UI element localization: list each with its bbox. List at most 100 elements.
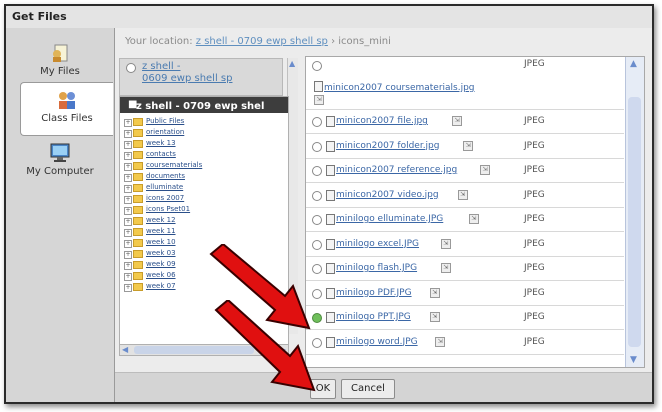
tree-item-label[interactable]: week 03 — [146, 249, 176, 257]
expand-icon[interactable]: + — [124, 163, 132, 171]
folder-icon — [133, 195, 143, 203]
select-icon[interactable]: ⇲ — [314, 95, 324, 105]
expand-icon[interactable]: + — [124, 240, 132, 248]
select-icon[interactable]: ⇲ — [480, 165, 490, 175]
radio-button[interactable] — [312, 117, 322, 127]
tree-item-label[interactable]: icons Pset01 — [146, 205, 190, 213]
radio-button[interactable] — [312, 166, 322, 176]
scroll-thumb[interactable] — [628, 97, 641, 347]
scroll-up-icon[interactable]: ▲ — [289, 60, 297, 68]
tree-header-label: z shell - 0709 ewp shel — [136, 101, 265, 112]
tree-item-label[interactable]: week 13 — [146, 139, 176, 147]
expand-icon[interactable]: + — [124, 273, 132, 281]
file-type: JPEG — [524, 312, 545, 322]
tree-item-label[interactable]: week 09 — [146, 260, 176, 268]
scroll-down-icon[interactable]: ▼ — [630, 355, 637, 365]
tree-item-label[interactable]: week 06 — [146, 271, 176, 279]
folder-icon — [133, 184, 143, 192]
file-name-link[interactable]: minilogo word.JPG — [336, 337, 418, 347]
file-type: JPEG — [524, 189, 545, 200]
radio-button[interactable] — [312, 141, 322, 152]
file-type: JPEG — [524, 59, 545, 69]
breadcrumb-separator: › — [331, 36, 336, 47]
tree-item-label[interactable]: documents — [146, 172, 185, 180]
scroll-left-icon[interactable]: ◀ — [122, 345, 128, 354]
parent-folder-option[interactable]: z shell - 0609 ewp shell sp — [119, 58, 283, 96]
file-row[interactable]: minicon2007 file.jpg ⇲ JPEG — [306, 109, 624, 134]
select-icon[interactable]: ⇲ — [468, 214, 479, 224]
tree-item-label[interactable]: icons 2007 — [146, 194, 184, 202]
scroll-up-icon[interactable]: ▲ — [630, 59, 637, 69]
nav-my-computer[interactable]: My Computer — [16, 136, 104, 177]
tree-item-label[interactable]: Public Files — [146, 117, 184, 125]
tree-item-label[interactable]: coursematerials — [146, 161, 202, 169]
tree-item-label[interactable]: week 07 — [146, 282, 176, 290]
image-file-icon — [326, 165, 335, 176]
file-row[interactable]: minilogo PPT.JPG ⇲ JPEG — [306, 305, 624, 330]
file-name-link[interactable]: minicon2007 file.jpg — [336, 116, 428, 126]
tree-item-label[interactable]: contacts — [146, 150, 176, 158]
image-file-icon — [326, 214, 335, 225]
expand-icon[interactable]: + — [124, 185, 132, 193]
tree-item-label[interactable]: elluminate — [146, 183, 183, 191]
radio-button[interactable] — [126, 63, 136, 73]
nav-my-files[interactable]: My Files — [16, 36, 104, 77]
cancel-button[interactable]: Cancel — [341, 379, 395, 399]
folder-icon — [133, 129, 143, 137]
breadcrumb-link[interactable]: z shell - 0709 ewp shell sp — [196, 36, 328, 47]
tree-item-label[interactable]: week 12 — [146, 216, 176, 224]
file-row[interactable]: minilogo PDF.JPG ⇲ JPEG — [306, 281, 624, 306]
expand-icon[interactable]: + — [124, 152, 132, 160]
expand-icon[interactable]: + — [124, 174, 132, 182]
radio-button[interactable] — [312, 61, 322, 71]
file-name-link[interactable]: minilogo excel.JPG — [336, 239, 419, 249]
radio-button[interactable] — [312, 215, 322, 225]
file-name-link[interactable]: minicon2007 folder.jpg — [336, 141, 439, 151]
expand-icon[interactable]: + — [124, 130, 132, 138]
select-icon[interactable]: ⇲ — [440, 238, 451, 249]
tree-item-label[interactable]: week 11 — [146, 227, 176, 235]
select-icon[interactable]: ⇲ — [457, 189, 468, 200]
parent-folder-line2: 0609 ewp shell sp — [142, 73, 233, 84]
file-name-link[interactable]: minilogo PDF.JPG — [336, 288, 412, 298]
select-icon[interactable]: ⇲ — [429, 287, 440, 298]
select-icon[interactable]: ⇲ — [435, 336, 446, 347]
file-row[interactable]: minicon2007 video.jpg ⇲ JPEG — [306, 183, 624, 208]
file-row[interactable]: minicon2007 folder.jpg ⇲ JPEG — [306, 134, 624, 159]
file-name-link[interactable]: minilogo flash.JPG — [336, 263, 417, 273]
select-icon[interactable]: ⇲ — [452, 116, 462, 126]
tree-item-label[interactable]: orientation — [146, 128, 184, 136]
select-icon[interactable]: ⇲ — [440, 263, 451, 273]
parent-folder-link[interactable]: z shell - 0609 ewp shell sp — [142, 61, 232, 85]
radio-button[interactable] — [312, 190, 322, 201]
select-icon[interactable]: ⇲ — [429, 312, 440, 322]
file-row[interactable]: minilogo excel.JPG ⇲ JPEG — [306, 232, 624, 257]
file-name-link[interactable]: minicon2007 reference.jpg — [336, 165, 457, 175]
expand-icon[interactable]: + — [124, 229, 132, 237]
expand-icon[interactable]: + — [124, 207, 132, 215]
file-row[interactable]: minilogo elluminate.JPG ⇲ JPEG — [306, 207, 624, 232]
file-name-link[interactable]: minilogo PPT.JPG — [336, 312, 411, 322]
expand-icon[interactable]: + — [124, 262, 132, 270]
expand-icon[interactable]: + — [124, 196, 132, 204]
file-row[interactable]: minilogo flash.JPG ⇲ JPEG — [306, 256, 624, 281]
file-name-link[interactable]: minicon2007 video.jpg — [336, 190, 439, 200]
expand-icon[interactable]: + — [124, 141, 132, 149]
tree-header[interactable]: ■ z shell - 0709 ewp shel — [120, 97, 288, 113]
file-row[interactable]: minicon2007 coursematerials.jpg ⇲ JPEG — [306, 57, 624, 110]
tree-item-label[interactable]: week 10 — [146, 238, 176, 246]
expand-icon[interactable]: + — [124, 284, 132, 292]
image-file-icon — [326, 189, 335, 201]
file-row[interactable]: minicon2007 reference.jpg ⇲ JPEG — [306, 158, 624, 183]
expand-icon[interactable]: + — [124, 119, 132, 127]
expand-icon[interactable]: + — [124, 218, 132, 226]
folder-icon — [133, 140, 143, 148]
select-icon[interactable]: ⇲ — [463, 140, 474, 151]
get-files-dialog: Get Files My Files Class Files My Comput… — [4, 4, 654, 404]
file-name-link[interactable]: minilogo elluminate.JPG — [336, 214, 443, 224]
file-row[interactable]: minilogo word.JPG ⇲ JPEG — [306, 330, 624, 355]
expand-icon[interactable]: + — [124, 251, 132, 259]
file-name-link[interactable]: minicon2007 coursematerials.jpg — [324, 83, 475, 93]
nav-class-files[interactable]: Class Files — [20, 82, 113, 136]
file-list-scrollbar[interactable]: ▲ ▼ — [625, 57, 644, 367]
